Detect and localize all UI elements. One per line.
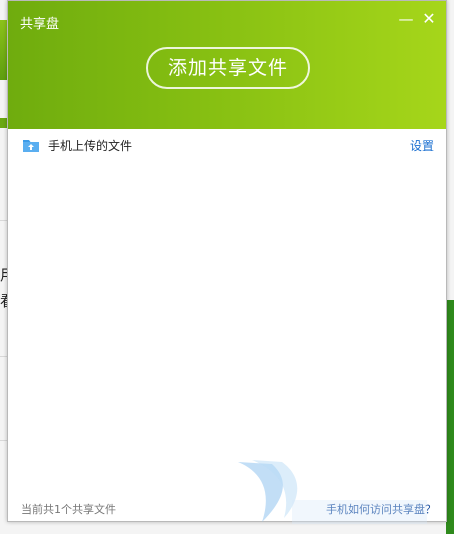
folder-name[interactable]: 手机上传的文件	[48, 137, 132, 154]
folder-list-item[interactable]: 手机上传的文件 设置	[20, 135, 434, 157]
shared-file-count: 当前共1个共享文件	[21, 503, 116, 516]
dialog-header: 共享盘 — ✕ 添加共享文件	[8, 1, 446, 129]
shared-disk-dialog: 共享盘 — ✕ 添加共享文件 手机上传的文件 设置 当前共1个共享文件 手机如何…	[7, 0, 447, 522]
background-green-panel	[446, 300, 454, 534]
close-button[interactable]: ✕	[421, 11, 437, 27]
add-shared-file-button[interactable]: 添加共享文件	[146, 47, 310, 89]
dialog-title: 共享盘	[20, 17, 60, 32]
settings-link[interactable]: 设置	[410, 137, 434, 154]
minimize-button[interactable]: —	[398, 11, 414, 27]
folder-upload-icon	[22, 137, 40, 153]
phone-access-help-link[interactable]: 手机如何访问共享盘？	[326, 501, 436, 517]
